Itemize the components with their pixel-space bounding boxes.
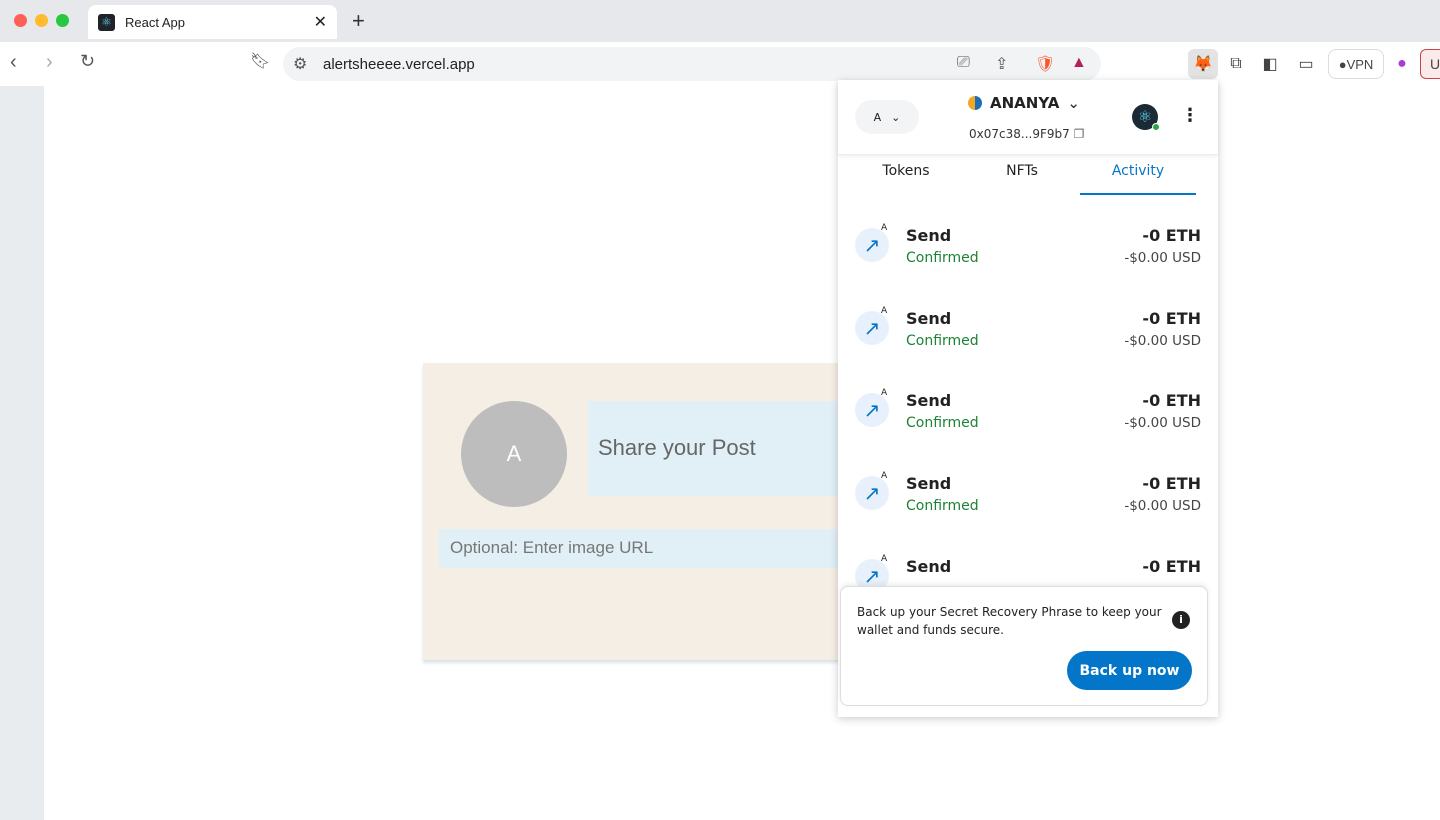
activity-status: Confirmed: [906, 332, 979, 349]
back-icon[interactable]: ‹: [10, 51, 17, 74]
post-card: A Share your Post Optional: Enter image …: [423, 363, 893, 660]
activity-title: Send: [906, 556, 952, 576]
wallet-tabs: Tokens NFTs Activity: [838, 155, 1218, 195]
network-icon[interactable]: ⚛: [1132, 104, 1160, 131]
image-url-input[interactable]: Optional: Enter image URL: [439, 529, 879, 568]
activity-status: Confirmed: [906, 250, 979, 266]
token-badge: A: [881, 471, 888, 482]
tab-nfts[interactable]: NFTs: [964, 155, 1080, 195]
activity-amount: -0 ETH: [1142, 226, 1201, 245]
url-text: alertsheeee.vercel.app: [323, 55, 475, 73]
install-icon[interactable]: ⎚: [957, 54, 970, 72]
backup-text: Back up your Secret Recovery Phrase to k…: [857, 605, 1162, 637]
backup-banner: Back up your Secret Recovery Phrase to k…: [840, 586, 1208, 706]
token-badge: A: [881, 223, 888, 233]
sidebar-icon[interactable]: ◧: [1258, 49, 1282, 79]
brave-shield-icon[interactable]: 🛡︎: [1035, 54, 1055, 74]
close-tab-icon[interactable]: ✕: [314, 12, 327, 32]
site-settings-icon[interactable]: ⚙︎: [293, 54, 307, 74]
account-menu[interactable]: ANANYA ⌄: [968, 94, 1080, 112]
activity-usd: -$0.00 USD: [1124, 250, 1201, 266]
profile-button[interactable]: U: [1420, 49, 1440, 79]
account-picker[interactable]: A ⌄: [855, 100, 919, 134]
wallet-header: A ⌄ ANANYA ⌄ 0x07c38...9F9b7 ❐ ⚛ ⋮: [838, 80, 1218, 155]
more-options-icon[interactable]: ⋮: [1181, 105, 1199, 126]
account-avatar-icon: [968, 96, 982, 110]
share-icon[interactable]: ⇪: [995, 54, 1008, 74]
extensions-icon[interactable]: ⧉: [1224, 49, 1248, 79]
account-address: 0x07c38...9F9b7: [969, 127, 1070, 141]
send-arrow-icon: ↗: [855, 228, 889, 262]
maximize-window-button[interactable]: [56, 14, 69, 27]
close-window-button[interactable]: [14, 14, 27, 27]
activity-status: Confirmed: [906, 498, 979, 515]
address-copy[interactable]: 0x07c38...9F9b7 ❐: [969, 127, 1084, 141]
forward-icon[interactable]: ›: [46, 51, 53, 74]
token-badge: A: [881, 388, 888, 399]
token-badge: A: [881, 305, 888, 316]
reload-icon[interactable]: ↻: [80, 51, 95, 72]
tab-bar: ⚛ React App ✕ +: [0, 0, 1440, 42]
back-up-now-button[interactable]: Back up now: [1067, 651, 1192, 690]
react-icon: ⚛: [98, 13, 115, 31]
activity-amount: -0 ETH: [1142, 308, 1201, 328]
activity-amount: -0 ETH: [1142, 474, 1201, 494]
profile-ball-icon[interactable]: ●: [1392, 49, 1412, 79]
avatar: A: [461, 401, 567, 507]
account-name: ANANYA: [990, 94, 1060, 112]
vpn-label: VPN: [1346, 56, 1374, 72]
activity-title: Send: [906, 226, 952, 245]
activity-title: Send: [906, 391, 952, 411]
activity-item[interactable]: ↗ A Send Confirmed -0 ETH -$0.00 USD: [838, 303, 1218, 373]
activity-amount: -0 ETH: [1142, 556, 1201, 576]
activity-item[interactable]: ↗ A Send Confirmed -0 ETH -$0.00 USD: [838, 468, 1218, 538]
activity-item[interactable]: ↗ A Send Confirmed -0 ETH -$0.00 USD: [838, 385, 1218, 455]
send-arrow-icon: ↗: [855, 393, 889, 428]
activity-title: Send: [906, 474, 952, 494]
address-bar[interactable]: ⚙︎ alertsheeee.vercel.app ⎚ ⇪ 🛡︎ ▲: [283, 47, 1101, 81]
browser-tab[interactable]: ⚛ React App ✕: [88, 5, 337, 39]
activity-usd: -$0.00 USD: [1124, 498, 1201, 515]
minimize-window-button[interactable]: [35, 14, 48, 27]
copy-icon[interactable]: ❐: [1074, 127, 1085, 141]
new-tab-button[interactable]: +: [352, 8, 365, 34]
tab-title: React App: [125, 14, 185, 30]
activity-usd: -$0.00 USD: [1124, 415, 1201, 432]
account-picker-label: A: [873, 110, 882, 124]
connected-status-icon: [1152, 123, 1160, 131]
bookmark-icon[interactable]: 🔖︎: [250, 51, 270, 71]
activity-status: Confirmed: [906, 415, 979, 432]
activity-amount: -0 ETH: [1142, 391, 1201, 411]
browser-toolbar: ‹ › ↻ 🔖︎ ⚙︎ alertsheeee.vercel.app ⎚ ⇪ 🛡…: [0, 42, 1440, 86]
activity-usd: -$0.00 USD: [1124, 332, 1201, 349]
tab-tokens[interactable]: Tokens: [848, 155, 964, 195]
wallet-icon[interactable]: ▭: [1294, 49, 1318, 79]
activity-item[interactable]: ↗ A Send Confirmed -0 ETH -$0.00 USD: [838, 220, 1218, 290]
metamask-icon[interactable]: 🦊: [1188, 49, 1218, 79]
tab-activity[interactable]: Activity: [1080, 155, 1196, 195]
vpn-button[interactable]: ● VPN: [1328, 49, 1384, 79]
metamask-popup: A ⌄ ANANYA ⌄ 0x07c38...9F9b7 ❐ ⚛ ⋮ Tokens …: [838, 80, 1218, 717]
chevron-down-icon: ⌄: [891, 110, 901, 124]
send-arrow-icon: ↗: [855, 310, 889, 345]
info-icon[interactable]: i: [1172, 611, 1190, 629]
send-arrow-icon: ↗: [855, 476, 889, 511]
brave-rewards-icon[interactable]: ▲: [1071, 54, 1087, 72]
chevron-down-icon: ⌄: [1067, 94, 1080, 112]
activity-title: Send: [906, 308, 952, 328]
token-badge: A: [881, 553, 888, 564]
